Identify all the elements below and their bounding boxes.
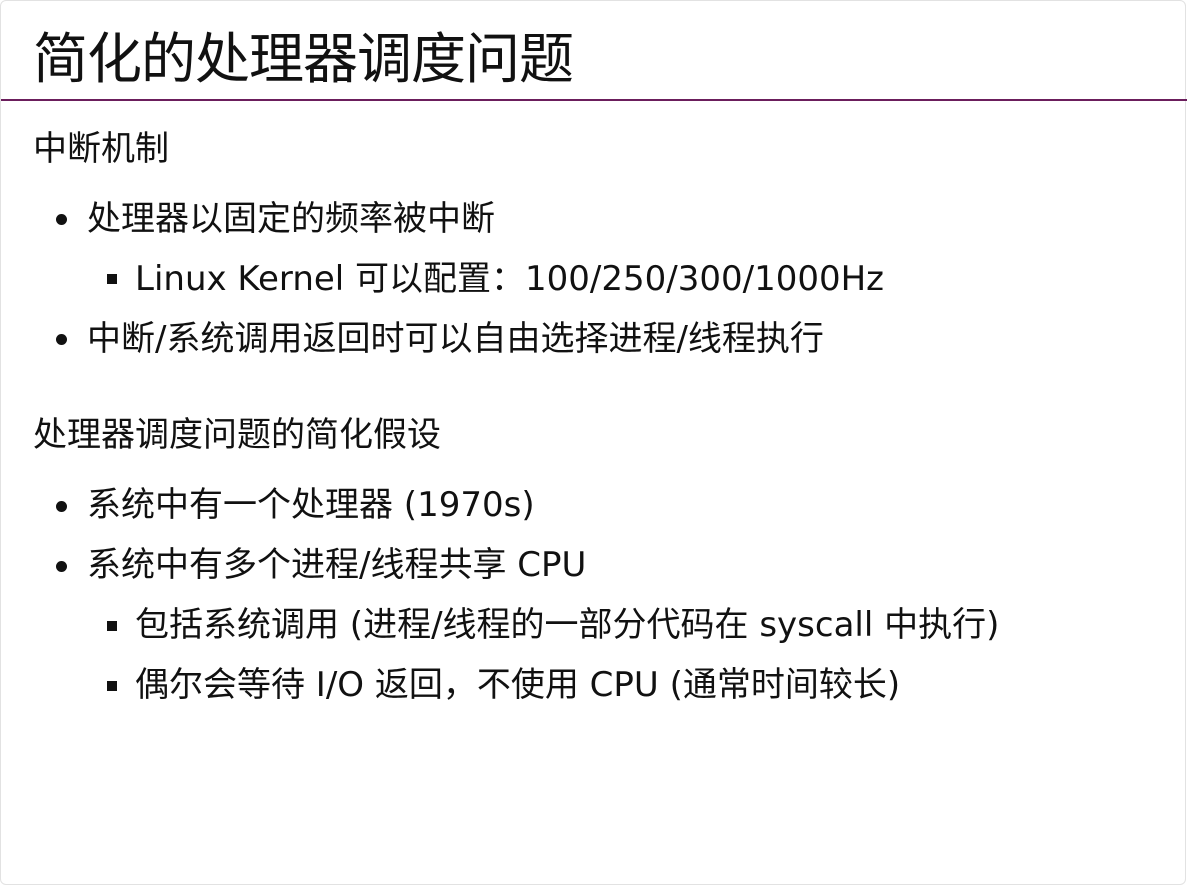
list-item: 系统中有一个处理器 (1970s) xyxy=(87,485,535,525)
bullet-dot-icon xyxy=(56,214,67,225)
bullet-square-icon xyxy=(107,681,117,691)
list-item: 包括系统调用 (进程/线程的一部分代码在 syscall 中执行) xyxy=(135,605,1000,645)
title-divider xyxy=(1,99,1187,101)
bullet-square-icon xyxy=(107,274,117,284)
bullet-dot-icon xyxy=(56,501,67,512)
list-item: 处理器以固定的频率被中断 xyxy=(87,199,495,239)
section-heading-interrupts: 中断机制 xyxy=(33,129,169,169)
bullet-square-icon xyxy=(107,621,117,631)
slide: 简化的处理器调度问题 中断机制 处理器以固定的频率被中断 Linux Kerne… xyxy=(0,0,1187,885)
bullet-dot-icon xyxy=(56,334,67,345)
section-heading-assumptions: 处理器调度问题的简化假设 xyxy=(33,415,441,455)
list-item: 系统中有多个进程/线程共享 CPU xyxy=(87,545,587,585)
bullet-dot-icon xyxy=(56,561,67,572)
list-item: Linux Kernel 可以配置：100/250/300/1000Hz xyxy=(135,259,885,299)
list-item: 偶尔会等待 I/O 返回，不使用 CPU (通常时间较长) xyxy=(135,665,901,705)
list-item: 中断/系统调用返回时可以自由选择进程/线程执行 xyxy=(87,319,824,359)
slide-title: 简化的处理器调度问题 xyxy=(33,27,574,91)
